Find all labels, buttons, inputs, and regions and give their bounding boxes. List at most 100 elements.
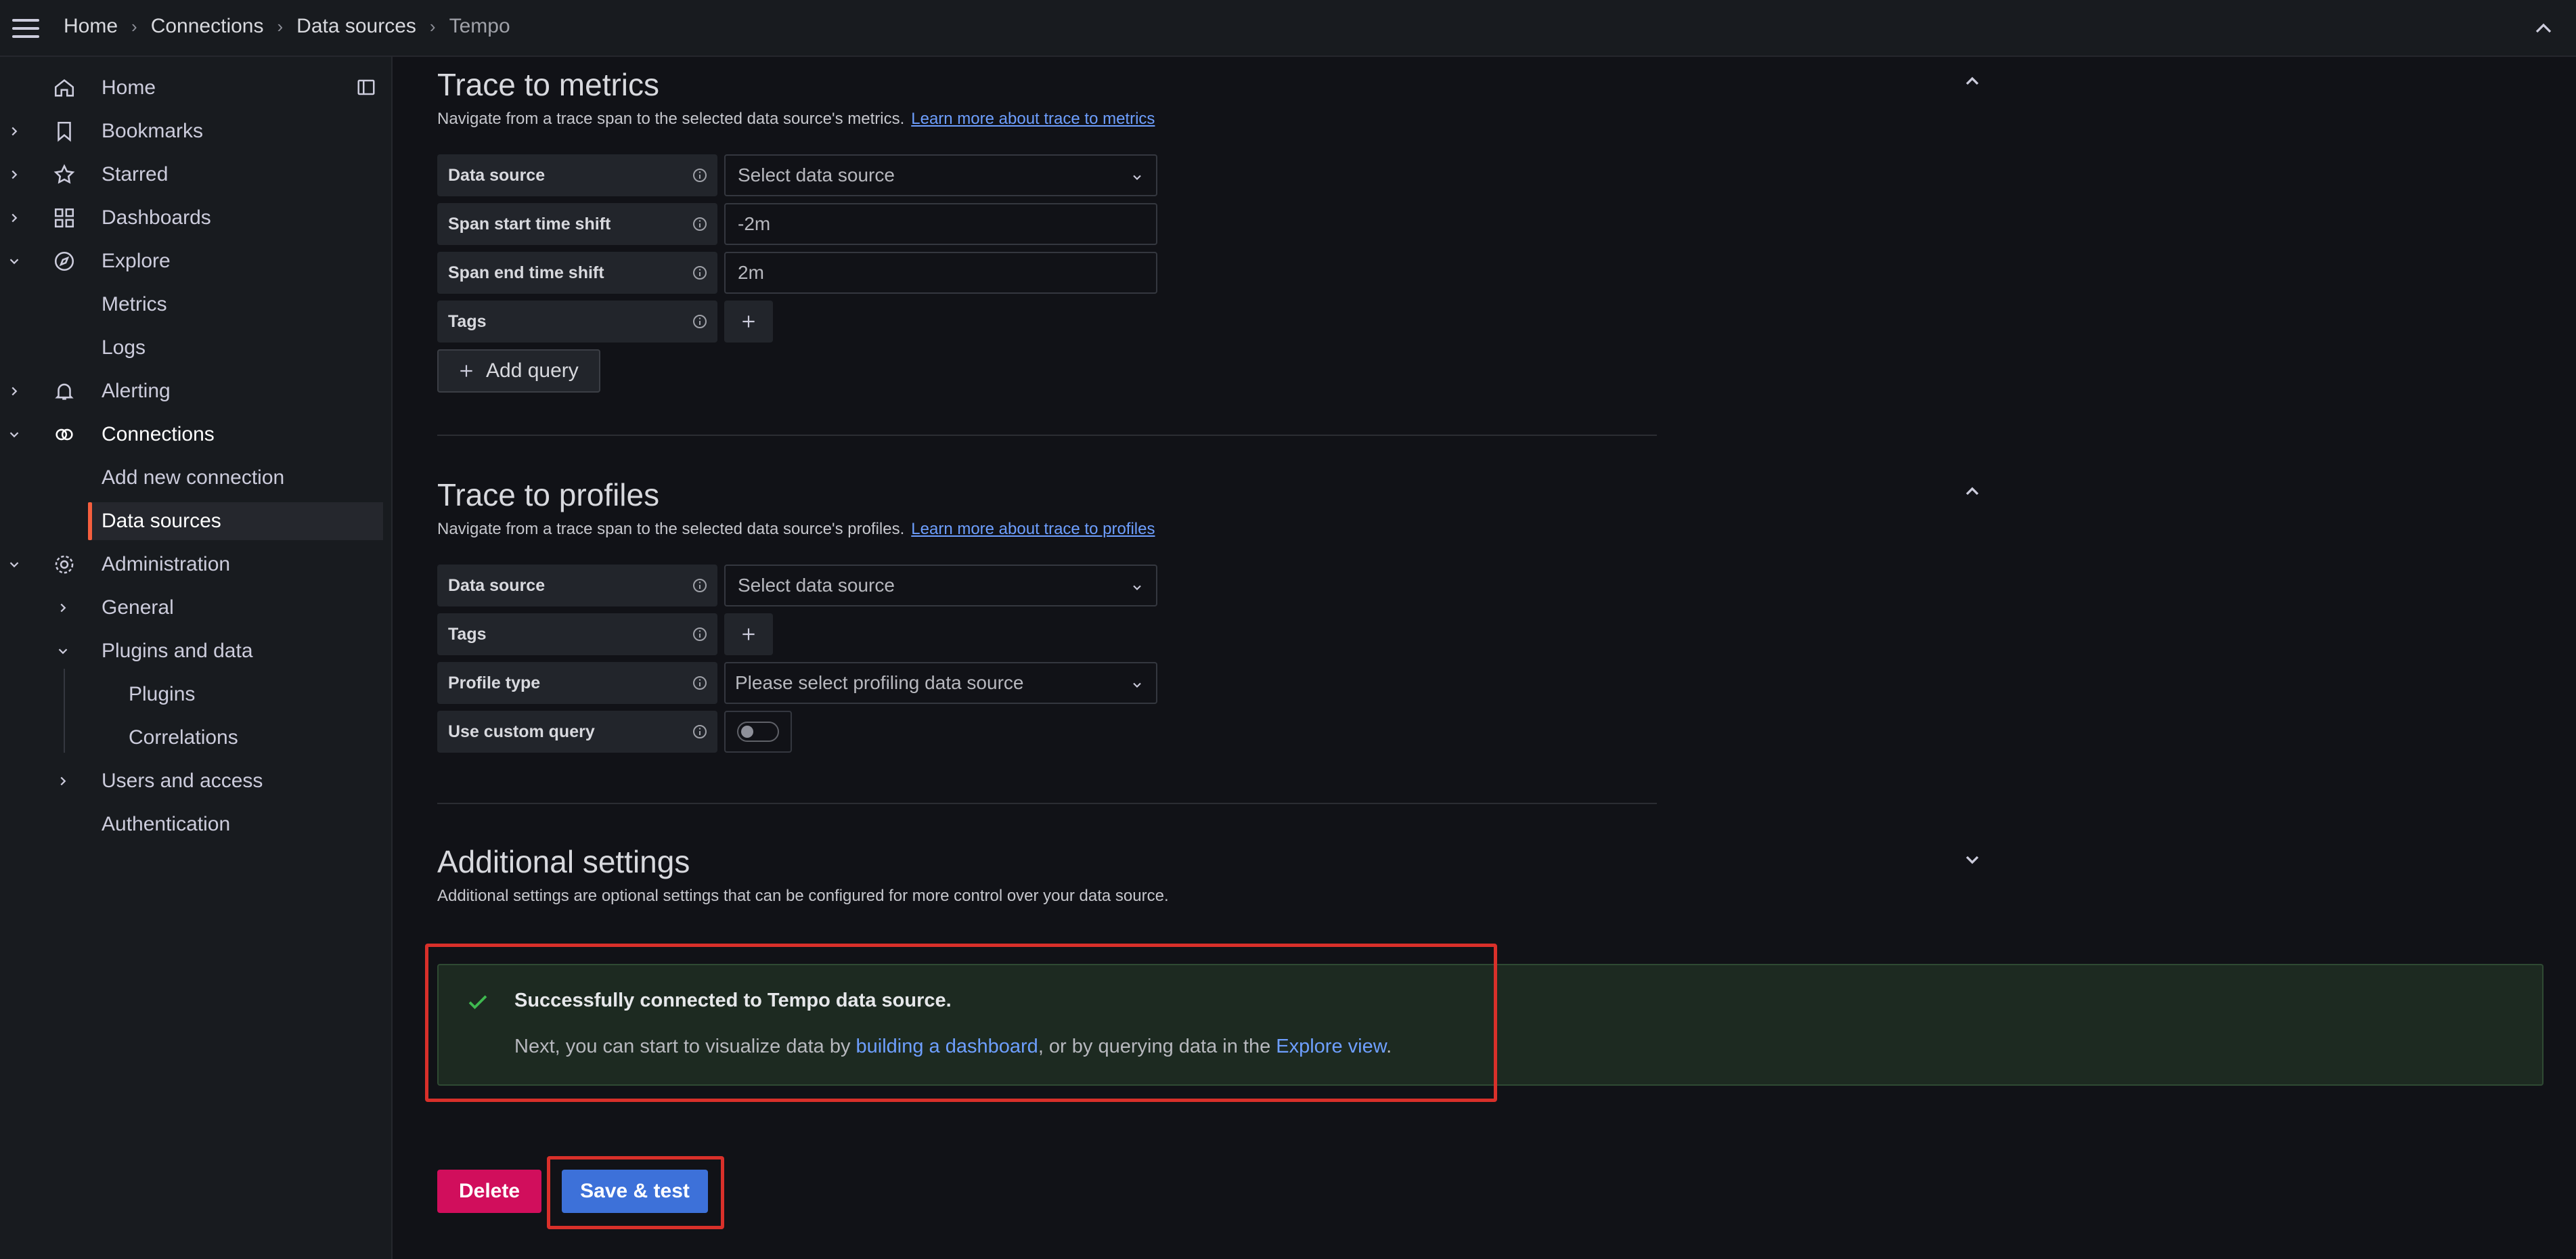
explore-view-link[interactable]: Explore view bbox=[1276, 1036, 1386, 1057]
sidebar-item-label: Authentication bbox=[102, 813, 231, 835]
sidebar-item-home[interactable]: Home bbox=[0, 69, 383, 107]
sidebar-item-alerting[interactable]: Alerting bbox=[0, 372, 383, 410]
delete-button[interactable]: Delete bbox=[437, 1170, 541, 1213]
section-divider bbox=[437, 803, 1657, 804]
bell-icon bbox=[55, 383, 74, 400]
span-start-input[interactable]: -2m bbox=[724, 203, 1157, 245]
chevron-up-icon[interactable] bbox=[1961, 481, 1983, 502]
label-text: Span end time shift bbox=[448, 263, 604, 282]
chevron-up-icon[interactable] bbox=[2530, 15, 2557, 42]
sidebar-item-logs[interactable]: Logs bbox=[0, 329, 383, 367]
chevron-right-icon[interactable] bbox=[55, 600, 70, 615]
alert-text: . bbox=[1386, 1036, 1392, 1057]
field-label-span-start: Span start time shift bbox=[437, 203, 717, 245]
chevron-right-icon[interactable] bbox=[7, 211, 22, 225]
sidebar-item-dashboards[interactable]: Dashboards bbox=[0, 199, 383, 237]
sidebar-item-users-and-access[interactable]: Users and access bbox=[0, 762, 383, 800]
custom-query-toggle[interactable] bbox=[724, 711, 792, 753]
sidebar-item-label: Starred bbox=[102, 163, 169, 185]
sidebar-item-metrics[interactable]: Metrics bbox=[0, 286, 383, 324]
star-icon bbox=[53, 164, 75, 184]
info-icon[interactable] bbox=[692, 577, 708, 594]
toggle-switch[interactable] bbox=[737, 722, 779, 742]
sidebar-item-label: Dashboards bbox=[102, 206, 211, 229]
sidebar-item-starred[interactable]: Starred bbox=[0, 156, 383, 194]
field-label-tags: Tags bbox=[437, 301, 717, 343]
chevron-down-icon[interactable] bbox=[7, 557, 22, 572]
button-label: Add query bbox=[486, 359, 579, 382]
select-placeholder: Select data source bbox=[738, 164, 895, 185]
learn-more-link[interactable]: Learn more about trace to profiles bbox=[911, 520, 1155, 538]
chevron-right-icon[interactable] bbox=[7, 167, 22, 182]
info-icon[interactable] bbox=[692, 675, 708, 691]
sidebar-item-authentication[interactable]: Authentication bbox=[0, 805, 383, 843]
add-tag-button[interactable] bbox=[724, 613, 773, 655]
sidebar-item-label: Home bbox=[102, 76, 156, 99]
info-icon[interactable] bbox=[692, 167, 708, 183]
info-icon[interactable] bbox=[692, 626, 708, 642]
description-text: Navigate from a trace span to the select… bbox=[437, 110, 905, 128]
chevron-right-icon[interactable] bbox=[55, 774, 70, 789]
info-icon[interactable] bbox=[692, 724, 708, 740]
sidebar-item-administration[interactable]: Administration bbox=[0, 546, 383, 583]
sidebar-item-label: Connections bbox=[102, 423, 215, 445]
breadcrumb-data-sources[interactable]: Data sources bbox=[296, 15, 416, 38]
learn-more-link[interactable]: Learn more about trace to metrics bbox=[911, 110, 1155, 128]
bookmark-icon bbox=[58, 121, 71, 142]
chevron-down-icon[interactable] bbox=[55, 644, 70, 659]
label-text: Tags bbox=[448, 311, 487, 331]
field-label-data-source: Data source bbox=[437, 154, 717, 196]
breadcrumb-home[interactable]: Home bbox=[64, 15, 118, 38]
breadcrumb-current: Tempo bbox=[449, 15, 510, 37]
build-dashboard-link[interactable]: building a dashboard bbox=[856, 1036, 1038, 1057]
select-placeholder: Select data source bbox=[738, 575, 895, 596]
data-source-select[interactable]: Select data source bbox=[724, 154, 1157, 196]
sidebar-item-explore[interactable]: Explore bbox=[0, 242, 383, 280]
chevron-up-icon[interactable] bbox=[1961, 70, 1983, 92]
field-label-tags: Tags bbox=[437, 613, 717, 655]
save-and-test-button[interactable]: Save & test bbox=[562, 1170, 708, 1213]
input-value: 2m bbox=[738, 262, 764, 283]
sidebar-item-general[interactable]: General bbox=[0, 589, 383, 627]
field-label-span-end: Span end time shift bbox=[437, 252, 717, 294]
main-content: Trace to metrics Navigate from a trace s… bbox=[394, 57, 2576, 1259]
sidebar-item-label: Plugins bbox=[129, 683, 196, 705]
sidebar-item-connections[interactable]: Connections bbox=[0, 416, 383, 454]
sidebar-item-plugins-and-data[interactable]: Plugins and data bbox=[0, 632, 383, 670]
chevron-right-icon: › bbox=[131, 16, 137, 37]
home-icon bbox=[54, 79, 74, 97]
info-icon[interactable] bbox=[692, 265, 708, 281]
sidebar-item-label: Explore bbox=[102, 250, 171, 272]
info-icon[interactable] bbox=[692, 216, 708, 232]
alert-title: Successfully connected to Tempo data sou… bbox=[514, 990, 952, 1011]
add-query-button[interactable]: Add query bbox=[437, 349, 600, 393]
field-label-profile-type: Profile type bbox=[437, 662, 717, 704]
link-icon bbox=[55, 428, 73, 441]
chevron-right-icon[interactable] bbox=[7, 124, 22, 139]
sidebar-item-data-sources[interactable]: Data sources bbox=[88, 502, 383, 540]
sidebar-item-bookmarks[interactable]: Bookmarks bbox=[0, 112, 383, 150]
info-icon[interactable] bbox=[692, 313, 708, 330]
chevron-down-icon[interactable] bbox=[7, 254, 22, 269]
add-tag-button[interactable] bbox=[724, 301, 773, 343]
span-end-input[interactable]: 2m bbox=[724, 252, 1157, 294]
chevron-down-icon[interactable] bbox=[1961, 849, 1983, 870]
section-title-trace-to-metrics: Trace to metrics bbox=[437, 67, 660, 102]
plus-icon bbox=[742, 628, 755, 640]
profile-type-select[interactable]: Please select profiling data source bbox=[724, 662, 1157, 704]
check-icon bbox=[468, 995, 487, 1009]
sidebar-item-plugins[interactable]: Plugins bbox=[0, 676, 383, 713]
menu-icon[interactable] bbox=[12, 19, 39, 38]
chevron-down-icon[interactable] bbox=[7, 427, 22, 442]
sidebar-item-label: Metrics bbox=[102, 293, 167, 315]
sidebar-item-correlations[interactable]: Correlations bbox=[0, 719, 383, 757]
select-placeholder: Please select profiling data source bbox=[735, 672, 1024, 693]
chevron-right-icon[interactable] bbox=[7, 384, 22, 399]
chevron-right-icon: › bbox=[429, 16, 436, 37]
sidebar-item-add-new-connection[interactable]: Add new connection bbox=[0, 459, 383, 497]
input-value: -2m bbox=[738, 213, 771, 234]
breadcrumb-connections[interactable]: Connections bbox=[151, 15, 264, 38]
breadcrumb: Home › Connections › Data sources › Temp… bbox=[64, 15, 510, 38]
profiles-data-source-select[interactable]: Select data source bbox=[724, 565, 1157, 606]
field-label-custom-query: Use custom query bbox=[437, 711, 717, 753]
